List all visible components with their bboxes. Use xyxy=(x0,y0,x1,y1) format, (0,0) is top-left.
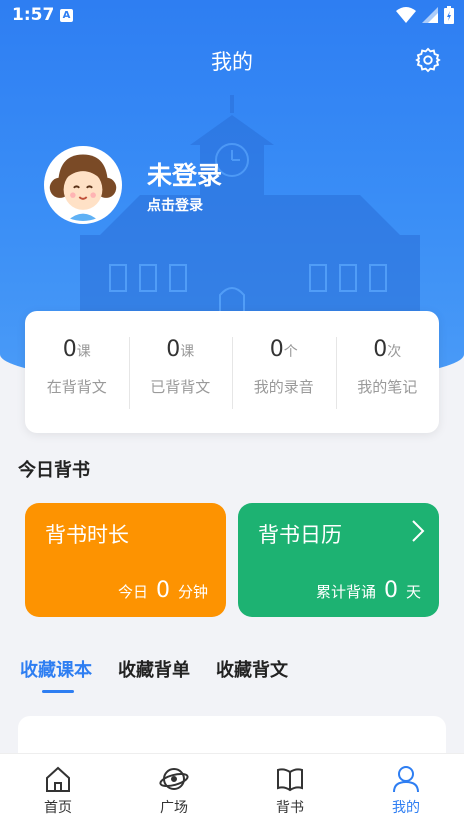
stat-label: 我的笔记 xyxy=(357,378,418,396)
stat-unit: 个 xyxy=(283,344,298,360)
tab-favorite-texts[interactable]: 收藏背文 xyxy=(216,656,288,682)
nav-home[interactable]: 首页 xyxy=(0,754,116,826)
girl-avatar-icon xyxy=(47,149,119,221)
tile-value: 0 xyxy=(155,578,170,603)
settings-gear-icon[interactable] xyxy=(414,46,442,74)
status-time: 1:57 xyxy=(12,5,55,25)
stat-unit: 次 xyxy=(387,344,402,360)
stat-recordings[interactable]: 0个 我的录音 xyxy=(232,337,336,409)
tile-unit: 分钟 xyxy=(177,583,208,601)
user-name[interactable]: 未登录 xyxy=(147,156,222,192)
stat-value: 0 xyxy=(62,337,77,362)
tile-prefix: 今日 xyxy=(117,583,148,601)
notification-icon: A xyxy=(60,9,73,22)
nav-label: 背书 xyxy=(276,800,304,816)
tile-unit: 天 xyxy=(405,583,421,601)
stat-reciting[interactable]: 0课 在背背文 xyxy=(25,337,129,407)
stats-card: 0课 在背背文 0课 已背背文 0个 我的录音 0次 我的笔记 xyxy=(25,311,439,433)
tile-title: 背书日历 xyxy=(258,523,342,547)
nav-label: 首页 xyxy=(44,800,72,816)
stat-value: 0 xyxy=(166,337,181,362)
tile-title: 背书时长 xyxy=(45,523,129,547)
stat-notes[interactable]: 0次 我的笔记 xyxy=(335,337,440,409)
battery-icon xyxy=(444,6,454,24)
stat-label: 已背背文 xyxy=(150,378,211,396)
tile-value: 0 xyxy=(383,578,398,603)
stat-value: 0 xyxy=(269,337,284,362)
status-bar: 1:57 A xyxy=(0,0,464,30)
stat-unit: 课 xyxy=(180,344,195,360)
bottom-navigation: 首页 广场 背书 我的 xyxy=(0,753,464,826)
stat-recited[interactable]: 0课 已背背文 xyxy=(128,337,233,409)
nav-mine[interactable]: 我的 xyxy=(348,754,464,826)
chevron-right-icon xyxy=(412,520,425,542)
nav-recite[interactable]: 背书 xyxy=(232,754,348,826)
stat-unit: 课 xyxy=(76,344,91,360)
tab-favorite-lists[interactable]: 收藏背单 xyxy=(118,656,190,682)
person-icon xyxy=(393,766,419,793)
page-title: 我的 xyxy=(211,50,253,74)
wifi-icon xyxy=(396,7,416,23)
recite-calendar-tile[interactable]: 背书日历 累计背诵 0 天 xyxy=(238,503,439,617)
login-link[interactable]: 点击登录 xyxy=(147,195,203,215)
signal-icon xyxy=(422,7,438,23)
nav-label: 广场 xyxy=(160,800,188,816)
stat-label: 我的录音 xyxy=(253,378,314,396)
tile-prefix: 累计背诵 xyxy=(315,583,376,601)
favorites-tabs: 收藏课本 收藏背单 收藏背文 xyxy=(20,656,288,693)
recite-duration-tile[interactable]: 背书时长 今日 0 分钟 xyxy=(25,503,226,617)
building-illustration xyxy=(80,95,420,325)
book-icon xyxy=(277,768,303,792)
tab-favorite-textbooks[interactable]: 收藏课本 xyxy=(20,656,92,693)
nav-square[interactable]: 广场 xyxy=(116,754,232,826)
planet-icon xyxy=(159,768,189,790)
nav-label: 我的 xyxy=(392,800,420,816)
stat-value: 0 xyxy=(373,337,388,362)
avatar[interactable] xyxy=(44,146,122,224)
home-icon xyxy=(46,766,70,792)
section-title: 今日背书 xyxy=(18,460,90,481)
stat-label: 在背背文 xyxy=(46,378,107,396)
